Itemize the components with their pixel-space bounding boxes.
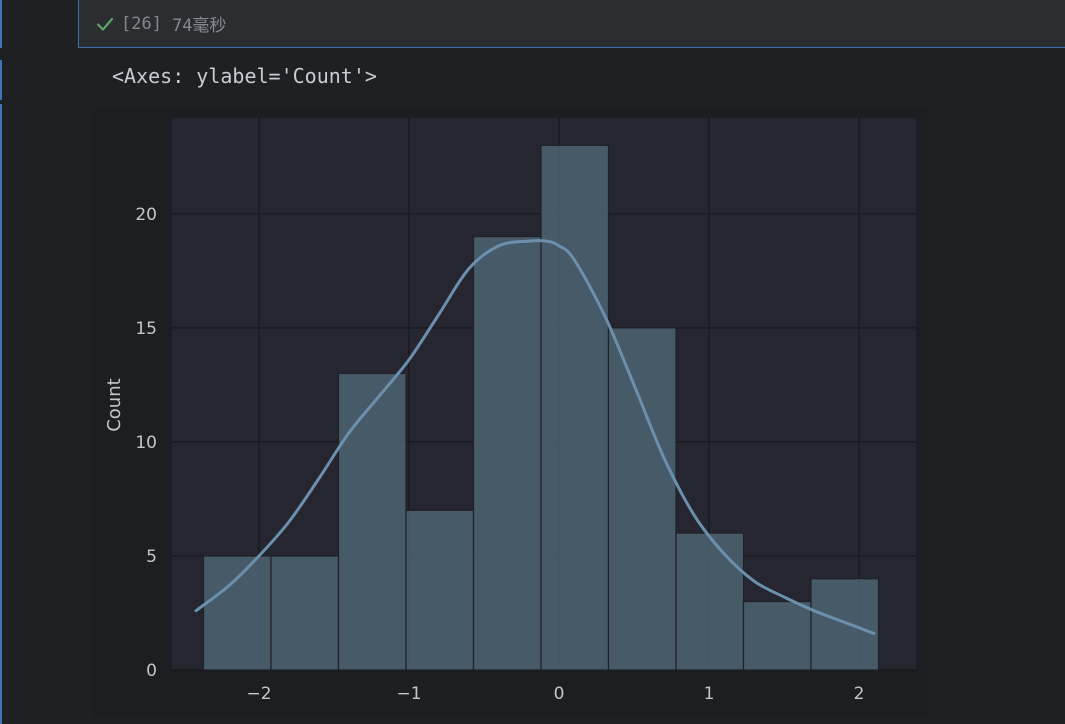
- x-tick-label: 2: [854, 684, 865, 704]
- plot-output: −2 −1 0 1 2 0 5 10 15 20 Count: [92, 108, 928, 718]
- check-icon: [95, 14, 115, 34]
- y-tick-label: 20: [135, 205, 157, 225]
- histogram-bar: [810, 578, 880, 671]
- execution-time: 74毫秒: [171, 16, 227, 36]
- x-tick-label: 1: [704, 684, 715, 704]
- histogram-bar: [540, 144, 610, 671]
- histogram-bar: [607, 327, 677, 671]
- histogram-bar: [202, 555, 272, 671]
- x-tick-label: −2: [246, 684, 271, 704]
- histogram-bar: [742, 600, 812, 671]
- histogram-bar: [337, 372, 407, 671]
- histogram-bar: [405, 509, 475, 671]
- y-tick-label: 15: [135, 319, 157, 339]
- histogram-bar: [472, 236, 542, 671]
- cell-output-text: <Axes: ylabel='Count'>: [112, 64, 377, 88]
- y-tick-label: 0: [146, 661, 157, 681]
- histogram-chart: −2 −1 0 1 205101520Count: [104, 118, 916, 704]
- x-tick-label: 0: [554, 684, 565, 704]
- histogram-bar: [270, 555, 340, 671]
- y-axis-label: Count: [104, 378, 125, 431]
- cell-gutter-bar-top: [0, 0, 2, 48]
- cell-gutter-bar-middle: [0, 60, 2, 100]
- y-tick-label: 10: [135, 433, 157, 453]
- y-tick-label: 5: [146, 547, 157, 567]
- x-tick-label: −1: [396, 684, 421, 704]
- cell-execution-status: [26] 74毫秒: [78, 0, 1065, 48]
- execution-count: [26]: [121, 13, 162, 34]
- cell-gutter-bar-bottom: [0, 104, 2, 724]
- histogram-bar: [675, 532, 745, 671]
